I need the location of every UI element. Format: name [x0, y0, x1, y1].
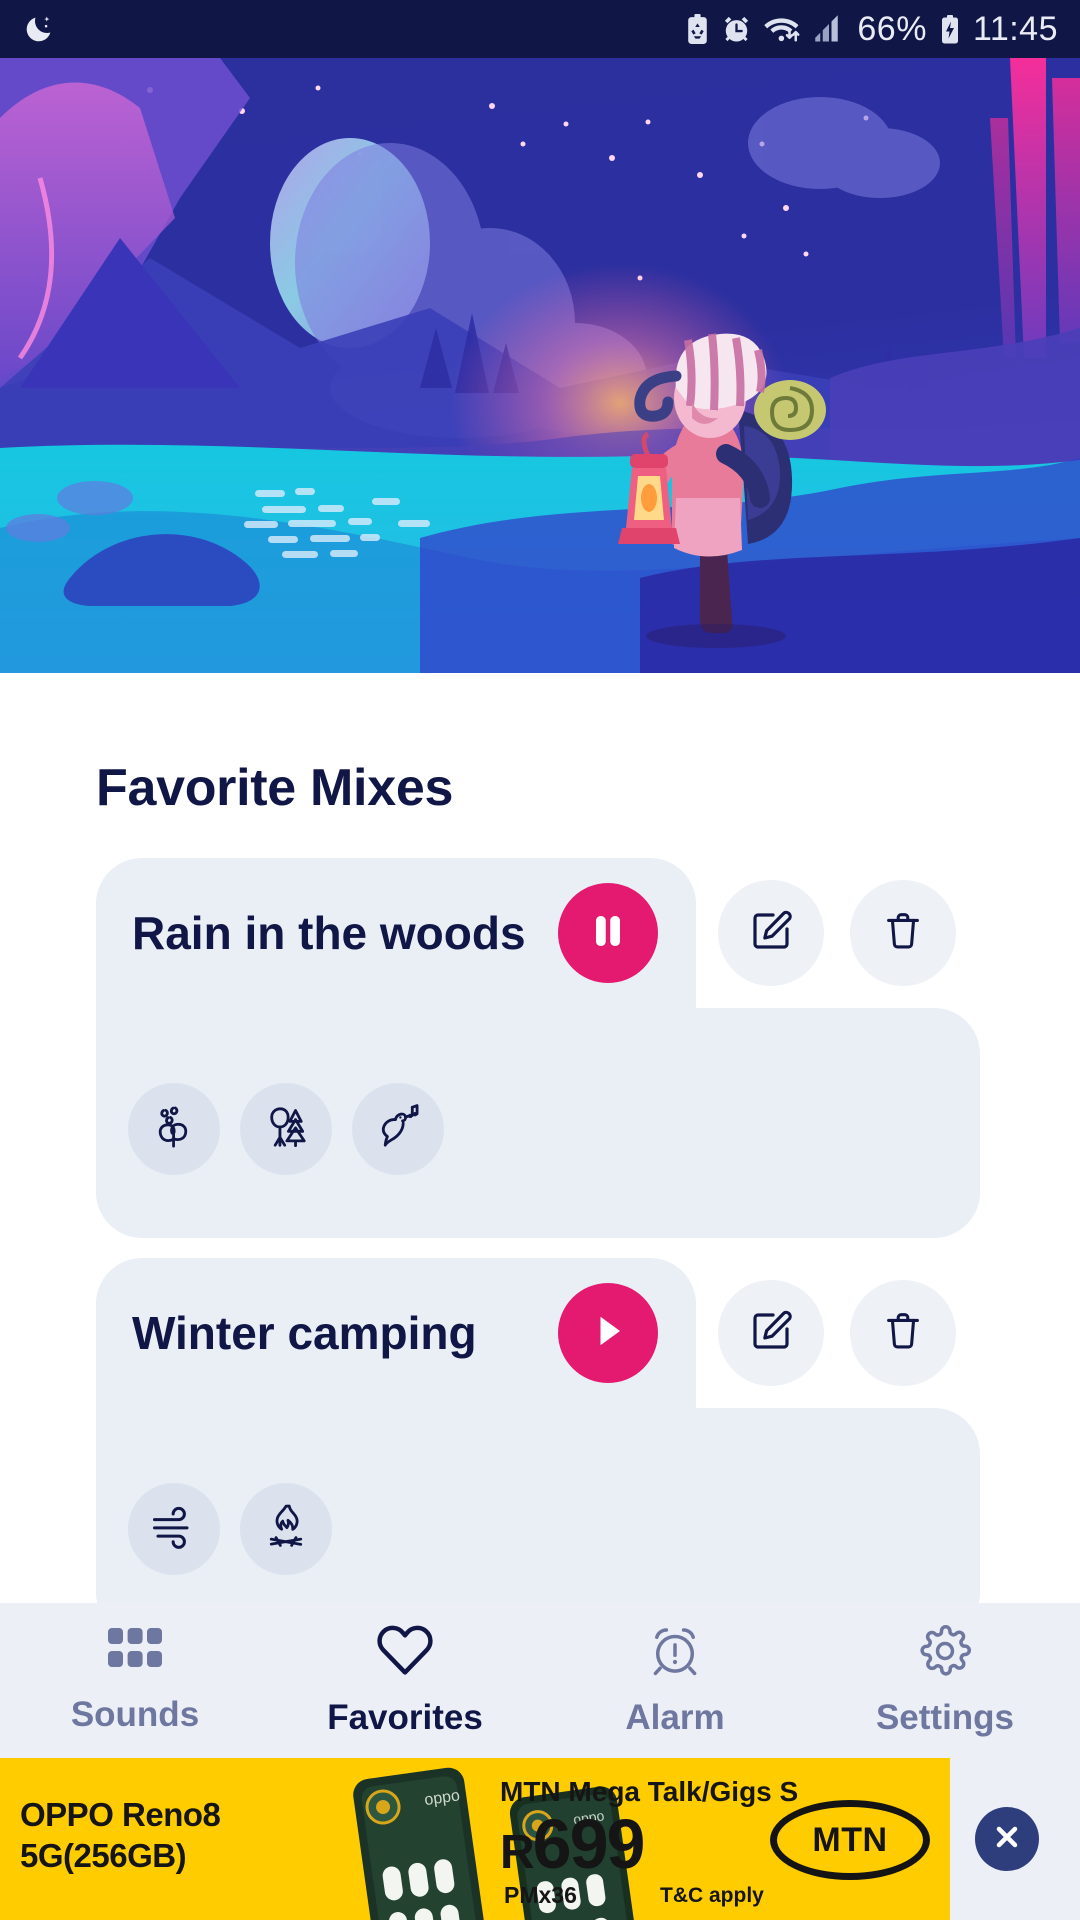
nav-item-alarm[interactable]: Alarm: [540, 1623, 810, 1738]
nav-item-settings[interactable]: Settings: [810, 1623, 1080, 1738]
battery-percent: 66%: [857, 9, 927, 48]
status-bar: 66% 11:45: [0, 0, 1080, 58]
wind-icon: [148, 1501, 200, 1558]
campfire-icon: [260, 1501, 312, 1558]
nav-item-favorites[interactable]: Favorites: [270, 1623, 540, 1738]
heart-icon: [374, 1623, 436, 1684]
trash-icon: [880, 1308, 926, 1359]
sound-chip-campfire-icon[interactable]: [240, 1483, 332, 1575]
hero-svg: [0, 58, 1080, 673]
nav-label-settings: Settings: [875, 1698, 1015, 1737]
battery-charging-icon: [938, 13, 962, 46]
rain-leaves-icon: [148, 1101, 200, 1158]
nav-item-sounds[interactable]: Sounds: [0, 1626, 270, 1735]
ad-term: PMx36: [504, 1882, 577, 1908]
mix-title: Winter camping: [132, 1307, 477, 1359]
mix-card-rain-in-the-woods[interactable]: Rain in the woods: [96, 858, 980, 1238]
moon-icon: [22, 12, 56, 46]
mix-card-winter-camping[interactable]: Winter camping: [96, 1258, 980, 1638]
edit-mix-button[interactable]: [718, 1280, 824, 1386]
ad-amount: 699: [532, 1805, 646, 1883]
edit-icon: [747, 1307, 795, 1360]
forest-trees-icon: [260, 1101, 312, 1158]
ad-product-name: OPPO Reno8: [20, 1796, 221, 1833]
edit-icon: [747, 907, 795, 960]
gear-icon: [916, 1623, 974, 1684]
nav-label-sounds: Sounds: [70, 1695, 200, 1734]
close-icon: [991, 1821, 1023, 1858]
sound-chip-row: [128, 1083, 444, 1175]
ad-product-text: OPPO Reno8 5G(256GB): [20, 1794, 221, 1877]
singing-bird-icon: [372, 1101, 424, 1158]
delete-mix-button[interactable]: [850, 880, 956, 986]
ad-currency: R: [500, 1826, 535, 1879]
play-button[interactable]: [558, 1283, 658, 1383]
wifi-icon: [763, 14, 801, 44]
trash-icon: [880, 908, 926, 959]
edit-mix-button[interactable]: [718, 880, 824, 986]
bottom-navigation: Sounds Favorites Alarm Settings: [0, 1603, 1080, 1758]
delete-mix-button[interactable]: [850, 1280, 956, 1386]
ad-banner: OPPO Reno8 5G(256GB) oppo oppo MTN Mega …: [0, 1758, 1080, 1920]
status-bar-left: [22, 12, 56, 46]
main-content: Favorite Mixes Rain in the woods Winter …: [0, 673, 1080, 1638]
ad-product-variant: 5G(256GB): [20, 1837, 187, 1875]
night-hiker-illustration: [0, 58, 1080, 673]
clock: 11:45: [972, 9, 1058, 48]
ad-creative[interactable]: OPPO Reno8 5G(256GB) oppo oppo MTN Mega …: [0, 1758, 950, 1920]
sound-chip-row: [128, 1483, 332, 1575]
pause-icon: [590, 911, 626, 956]
page-title: Favorite Mixes: [96, 759, 454, 817]
nav-label-favorites: Favorites: [327, 1698, 483, 1737]
alarm-clock-icon: [646, 1623, 704, 1684]
nav-label-alarm: Alarm: [625, 1698, 725, 1737]
sound-chip-rain-leaves-icon[interactable]: [128, 1083, 220, 1175]
signal-icon: [812, 14, 846, 44]
status-bar-right: 66% 11:45: [685, 10, 1058, 49]
play-icon: [590, 1311, 626, 1356]
grid-icon: [106, 1626, 164, 1681]
ad-close-button[interactable]: [975, 1807, 1039, 1871]
mix-card-sounds: [96, 1008, 980, 1238]
sound-chip-singing-bird-icon[interactable]: [352, 1083, 444, 1175]
ad-offer: MTN Mega Talk/Gigs S R699 PMx36 T&C appl…: [500, 1758, 800, 1920]
recycle-battery-icon: [685, 13, 710, 46]
sound-chip-forest-trees-icon[interactable]: [240, 1083, 332, 1175]
mix-title: Rain in the woods: [132, 907, 526, 959]
ad-price: R699: [500, 1804, 646, 1884]
mtn-logo: MTN: [770, 1800, 930, 1880]
sound-chip-wind-icon[interactable]: [128, 1483, 220, 1575]
alarm-icon: [721, 14, 752, 45]
pause-button[interactable]: [558, 883, 658, 983]
ad-terms: T&C apply: [660, 1884, 764, 1907]
